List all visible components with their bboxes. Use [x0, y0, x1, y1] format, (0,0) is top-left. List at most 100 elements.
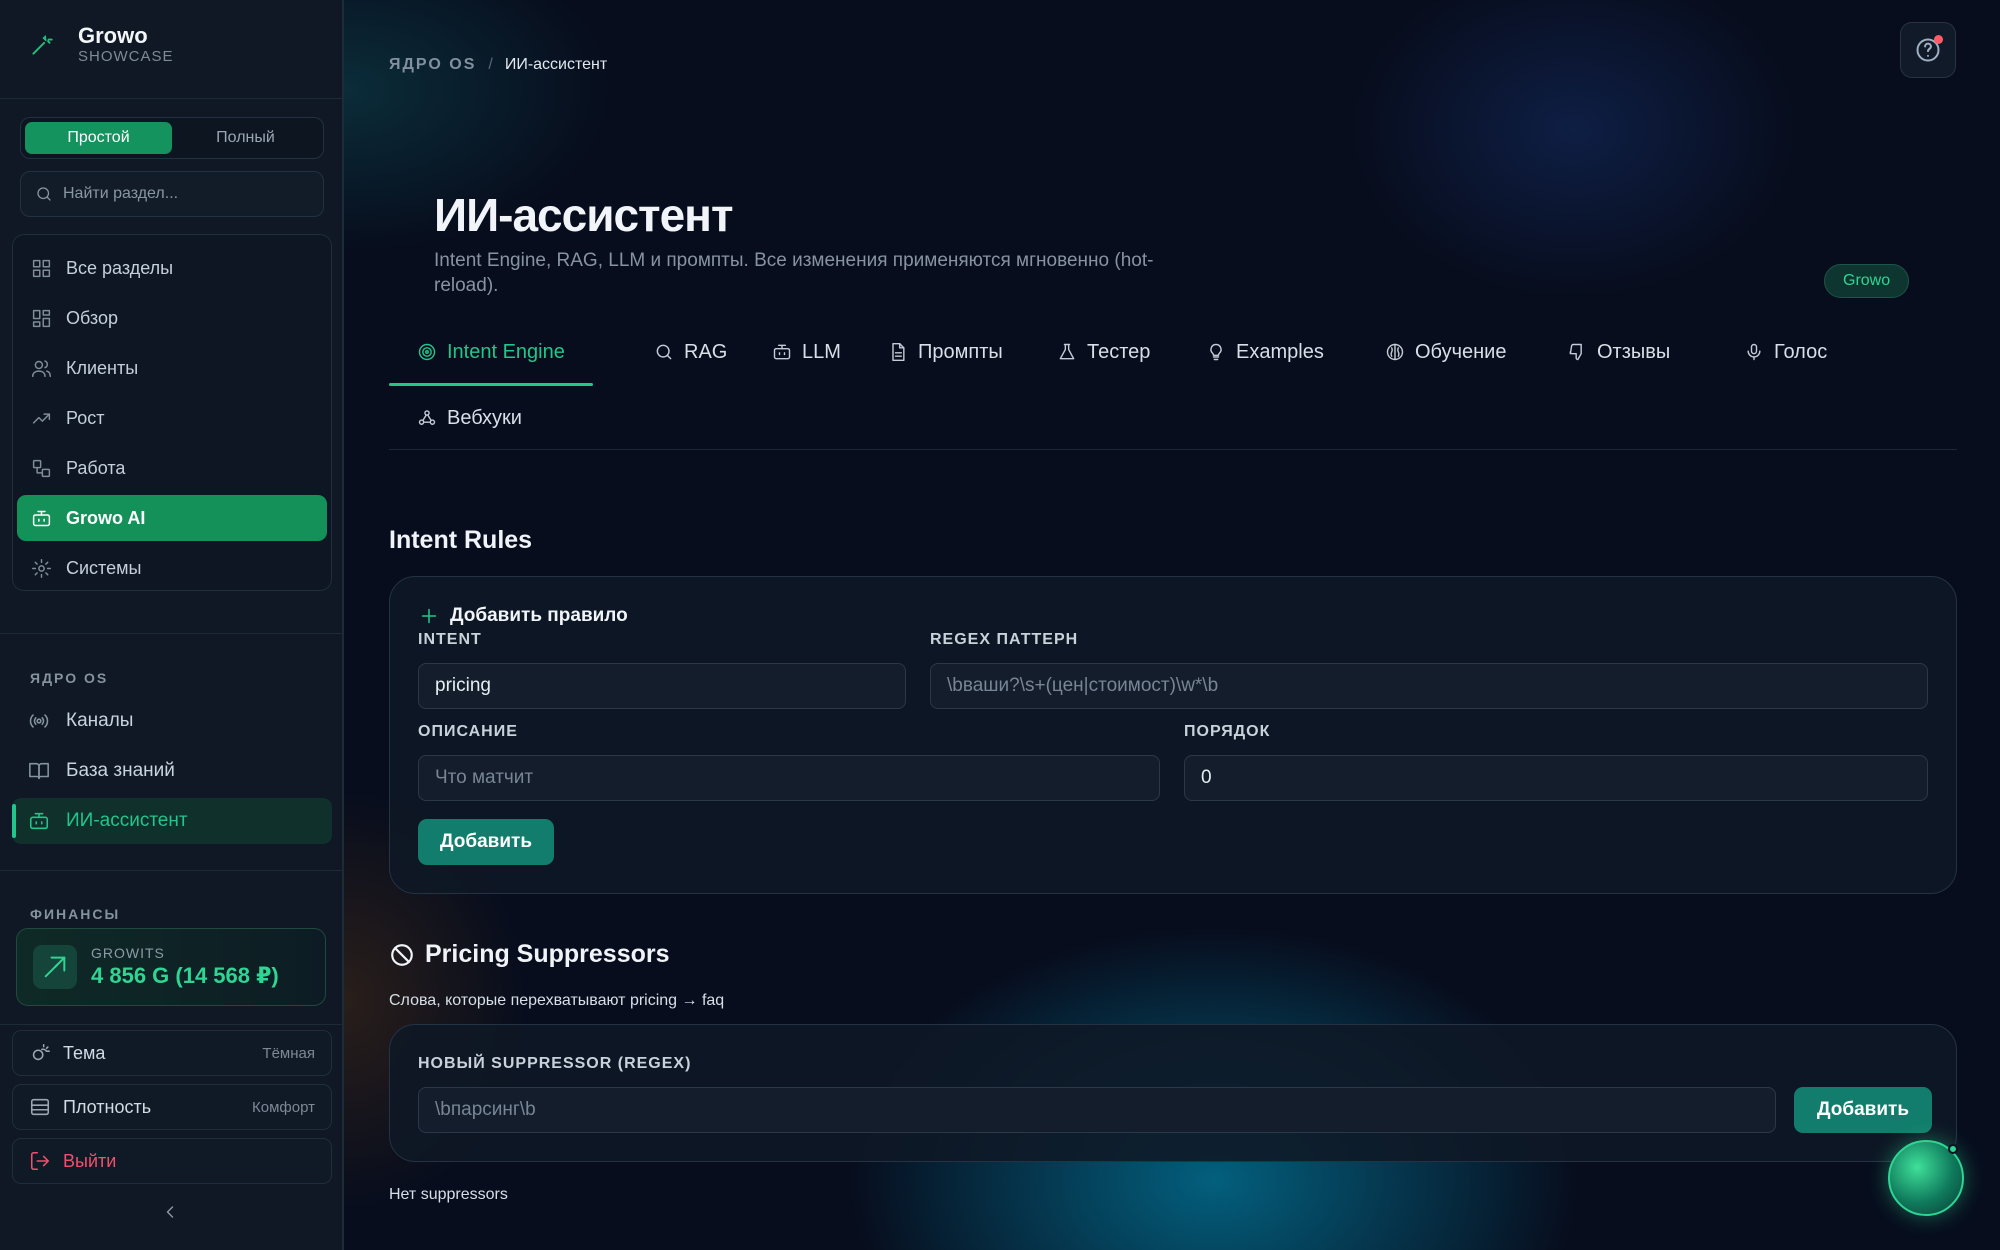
os-item-channels[interactable]: Каналы	[12, 698, 332, 744]
tab-label: RAG	[684, 340, 728, 363]
tab-label: Обучение	[1415, 340, 1507, 363]
tab-bar: Intent Engine RAG LLM Промпты Тестер Exa…	[389, 322, 1957, 450]
nav-item-label: Обзор	[66, 307, 118, 328]
description-label: ОПИСАНИЕ	[418, 723, 518, 740]
theme-setting[interactable]: Тема Тёмная	[12, 1030, 332, 1076]
description-input[interactable]	[418, 755, 1160, 801]
density-setting[interactable]: Плотность Комфорт	[12, 1084, 332, 1130]
regex-input[interactable]	[930, 663, 1928, 709]
tab-label: Отзывы	[1597, 340, 1671, 363]
logout-label: Выйти	[63, 1150, 117, 1171]
add-rule-panel: Добавить правило INTENT REGEX ПАТТЕРН ОП…	[389, 576, 1957, 894]
add-rule-heading-text: Добавить правило	[450, 605, 628, 626]
nav-item-growo-ai[interactable]: Growo AI	[17, 495, 327, 541]
tab-feedback[interactable]: Отзывы	[1539, 322, 1698, 382]
nav-item-label: Рост	[66, 407, 105, 428]
wallet-card[interactable]: GROWITS 4 856 G (14 568 ₽)	[16, 928, 326, 1006]
breadcrumb-root[interactable]: ЯДРО OS	[389, 56, 476, 74]
os-item-label: База знаний	[66, 760, 175, 781]
suppressor-panel: НОВЫЙ SUPPRESSOR (REGEX) Добавить	[389, 1024, 1957, 1162]
os-item-label: ИИ-ассистент	[66, 810, 188, 831]
notification-dot	[1934, 35, 1943, 44]
logout-button[interactable]: Выйти	[12, 1138, 332, 1184]
tab-label: Тестер	[1087, 340, 1151, 363]
brand[interactable]: Growo SHOWCASE	[26, 24, 174, 66]
nav-item-label: Growo AI	[66, 507, 146, 528]
help-button[interactable]	[1900, 22, 1956, 78]
nav-item-label: Работа	[66, 457, 126, 478]
os-item-knowledge-base[interactable]: База знаний	[12, 748, 332, 794]
thumbs-down-icon	[1569, 343, 1582, 361]
target-icon	[418, 343, 436, 361]
theme-label: Тема	[63, 1042, 106, 1063]
tab-tester[interactable]: Тестер	[1029, 322, 1178, 382]
bot-icon	[773, 344, 791, 360]
tab-label: Вебхуки	[447, 406, 522, 429]
mode-full[interactable]: Полный	[172, 122, 319, 154]
status-dot	[1948, 1144, 1958, 1154]
webhook-icon	[418, 410, 436, 425]
breadcrumb-current: ИИ-ассистент	[504, 56, 608, 73]
tab-label: Промпты	[918, 340, 1003, 363]
assistant-orb-button[interactable]	[1888, 1140, 1964, 1216]
tab-intent-engine[interactable]: Intent Engine	[389, 322, 593, 386]
nav-item-all-sections[interactable]: Все разделы	[17, 245, 327, 291]
divider	[0, 870, 342, 871]
suppressors-title-text: Pricing Suppressors	[425, 940, 670, 968]
workflow-icon	[32, 459, 51, 477]
document-icon	[892, 342, 905, 362]
suppressors-description: Слова, которые перехватывают pricing → f…	[389, 992, 725, 1009]
breadcrumb-separator: /	[488, 56, 493, 73]
tab-label: Голос	[1774, 340, 1828, 363]
book-icon	[29, 762, 49, 780]
trending-up-icon	[32, 412, 51, 424]
add-suppressor-button[interactable]: Добавить	[1794, 1087, 1932, 1133]
tab-rag[interactable]: RAG	[626, 322, 755, 382]
sidebar: Growo SHOWCASE Простой Полный Все раздел…	[0, 0, 344, 1250]
mode-simple[interactable]: Простой	[25, 122, 172, 154]
nav-item-systems[interactable]: Системы	[17, 545, 327, 591]
intent-rules-title: Intent Rules	[389, 526, 533, 554]
lightbulb-icon	[1210, 343, 1222, 361]
tab-webhooks[interactable]: Вебхуки	[389, 388, 550, 448]
bot-icon	[32, 510, 51, 526]
nav-item-work[interactable]: Работа	[17, 445, 327, 491]
order-input[interactable]	[1184, 755, 1928, 801]
tab-examples[interactable]: Examples	[1178, 322, 1352, 382]
os-item-label: Каналы	[66, 710, 134, 731]
wallet-label: GROWITS	[91, 945, 165, 961]
suppressor-input[interactable]	[418, 1087, 1776, 1133]
mode-toggle: Простой Полный	[20, 117, 324, 159]
collapse-sidebar-button[interactable]	[160, 1202, 180, 1222]
wallet-icon	[33, 945, 77, 989]
core-os-label: ЯДРО OS	[30, 670, 109, 686]
nav-item-overview[interactable]: Обзор	[17, 295, 327, 341]
brand-subtitle: SHOWCASE	[78, 48, 174, 65]
workspace-badge: Growo	[1824, 264, 1910, 298]
nav-item-growth[interactable]: Рост	[17, 395, 327, 441]
tab-training[interactable]: Обучение	[1357, 322, 1534, 382]
density-icon	[30, 1098, 50, 1116]
nav-item-clients[interactable]: Клиенты	[17, 345, 327, 391]
nav-item-label: Клиенты	[66, 357, 139, 378]
sidebar-search-input[interactable]	[63, 185, 303, 203]
os-item-ai-assistant[interactable]: ИИ-ассистент	[12, 798, 332, 844]
tab-llm[interactable]: LLM	[744, 322, 869, 382]
add-rule-button[interactable]: Добавить	[418, 819, 555, 865]
tab-prompts[interactable]: Промпты	[860, 322, 1031, 382]
intent-input[interactable]	[418, 663, 906, 709]
tab-label: LLM	[802, 340, 841, 363]
tab-label: Examples	[1236, 340, 1324, 363]
tab-voice[interactable]: Голос	[1716, 322, 1855, 382]
dashboard-icon	[32, 309, 51, 327]
density-label: Плотность	[63, 1096, 152, 1117]
divider	[0, 98, 342, 99]
finance-label: ФИНАНСЫ	[30, 906, 121, 922]
mic-icon	[1747, 343, 1761, 361]
theme-icon	[32, 1043, 50, 1061]
empty-suppressors: Нет suppressors	[389, 1186, 508, 1203]
divider	[0, 633, 342, 634]
ban-icon	[391, 943, 413, 966]
nav-item-label: Все разделы	[66, 257, 174, 278]
chevron-left-icon	[166, 1206, 174, 1218]
